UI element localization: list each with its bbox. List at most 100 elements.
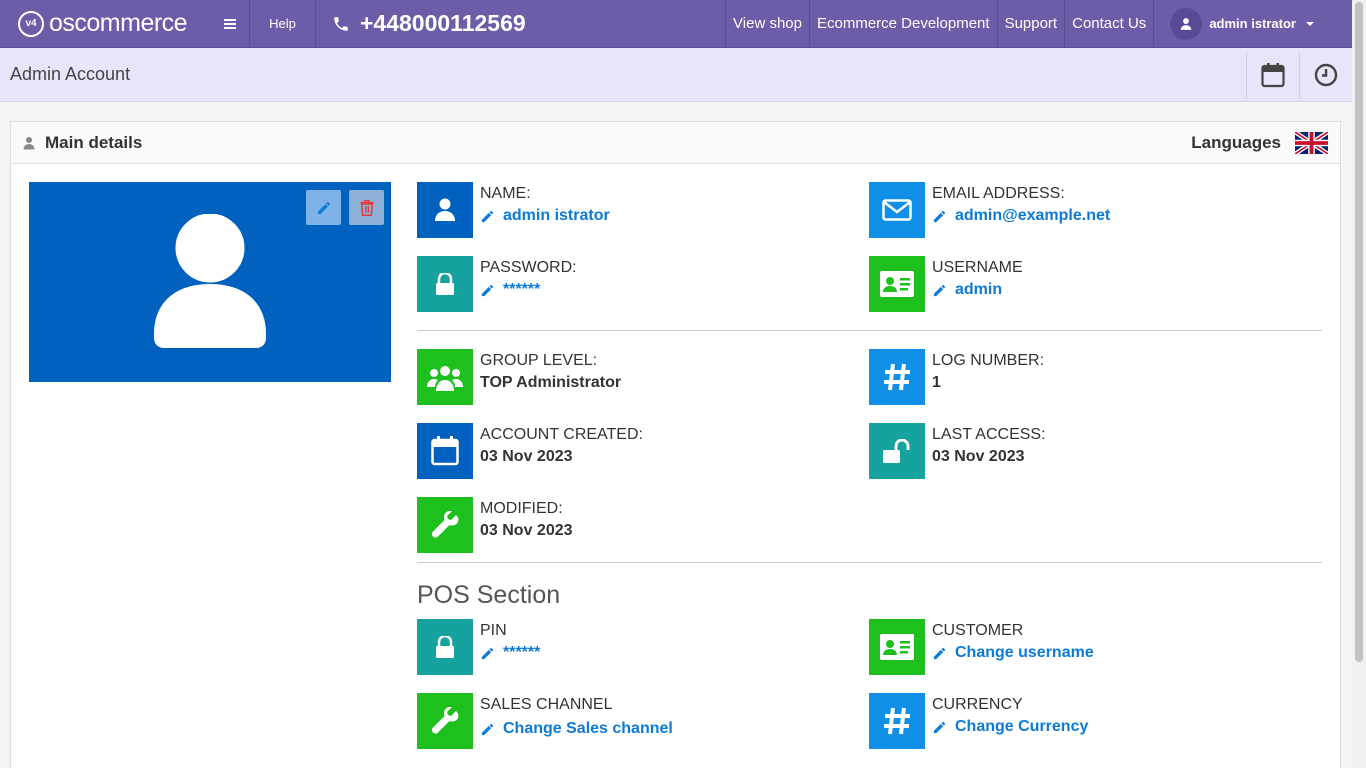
email-field: EMAIL ADDRESS: admin@example.net	[869, 182, 1110, 238]
last-access-field: LAST ACCESS: 03 Nov 2023	[869, 423, 1046, 479]
last-access-value: 03 Nov 2023	[932, 448, 1025, 465]
name-label: NAME:	[480, 185, 531, 202]
phone-number[interactable]: +448000112569	[316, 0, 725, 47]
avatar-photo	[29, 182, 391, 382]
user-name: admin istrator	[1209, 16, 1296, 31]
hashtag-icon	[884, 707, 910, 735]
lock-icon	[436, 273, 454, 295]
account-created-label: ACCOUNT CREATED:	[480, 426, 643, 443]
currency-label: CURRENCY	[932, 696, 1023, 713]
page-title: Admin Account	[10, 64, 131, 84]
wrench-icon	[431, 707, 459, 734]
divider	[417, 562, 1322, 563]
log-tile	[869, 349, 925, 405]
email-tile	[869, 182, 925, 238]
pencil-icon	[481, 284, 494, 296]
user-icon	[23, 136, 35, 149]
history-button[interactable]	[1299, 51, 1352, 98]
log-number-field: LOG NUMBER: 1	[869, 349, 1044, 405]
customer-tile	[869, 619, 925, 675]
change-username-link[interactable]: Change username	[932, 644, 1094, 662]
hashtag-icon	[884, 363, 910, 391]
name-field: NAME: admin istrator	[417, 182, 610, 238]
group-level-field: GROUP LEVEL: TOP Administrator	[417, 349, 621, 405]
edit-email-link[interactable]: admin@example.net	[932, 207, 1110, 225]
edit-photo-button[interactable]	[306, 190, 341, 225]
created-tile	[417, 423, 473, 479]
envelope-icon	[882, 199, 912, 221]
pin-label: PIN	[480, 622, 507, 639]
contact-us-link[interactable]: Contact Us	[1064, 0, 1153, 47]
pos-section-title: POS Section	[417, 581, 561, 609]
sales-channel-tile	[417, 693, 473, 749]
delete-photo-button[interactable]	[349, 190, 384, 225]
user-icon	[1181, 17, 1192, 30]
vertical-scrollbar[interactable]	[1352, 0, 1366, 768]
pencil-icon	[933, 721, 946, 733]
calendar-icon	[1261, 62, 1285, 87]
modified-tile	[417, 497, 473, 553]
edit-pin-link[interactable]: ******	[480, 644, 540, 662]
username-value: admin	[955, 281, 1003, 298]
panel-header: Main details Languages	[11, 122, 1340, 164]
view-shop-link[interactable]: View shop	[725, 0, 809, 47]
group-tile	[417, 349, 473, 405]
account-created-value: 03 Nov 2023	[480, 448, 573, 465]
hamburger-icon	[223, 17, 236, 31]
sales-channel-field: SALES CHANNEL Change Sales channel	[417, 693, 673, 749]
languages-label: Languages	[1191, 132, 1281, 152]
name-tile	[417, 182, 473, 238]
group-level-label: GROUP LEVEL:	[480, 352, 598, 369]
wrench-icon	[431, 511, 459, 538]
change-currency-link[interactable]: Change Currency	[932, 718, 1088, 736]
group-level-value: TOP Administrator	[480, 374, 622, 391]
unlock-icon	[883, 439, 910, 463]
ecommerce-development-link[interactable]: Ecommerce Development	[808, 0, 997, 47]
support-link[interactable]: Support	[996, 0, 1065, 47]
pencil-icon	[481, 210, 494, 222]
customer-field: CUSTOMER Change username	[869, 619, 1094, 675]
pencil-icon	[933, 647, 946, 659]
last-access-label: LAST ACCESS:	[932, 426, 1046, 443]
edit-name-link[interactable]: admin istrator	[480, 207, 610, 225]
users-icon	[427, 366, 463, 391]
edit-username-link[interactable]: admin	[932, 281, 1023, 299]
username-tile	[869, 256, 925, 312]
sales-channel-value: Change Sales channel	[503, 720, 673, 737]
logo[interactable]: v4 oscommerce	[0, 0, 210, 47]
customer-value: Change username	[955, 644, 1094, 661]
pencil-icon	[317, 201, 330, 214]
calendar-button[interactable]	[1246, 51, 1299, 98]
password-label: PASSWORD:	[480, 259, 577, 276]
user-menu[interactable]: admin istrator	[1153, 0, 1352, 47]
account-created-field: ACCOUNT CREATED: 03 Nov 2023	[417, 423, 643, 479]
clock-icon	[1314, 63, 1338, 86]
email-value: admin@example.net	[955, 207, 1111, 224]
menu-toggle-button[interactable]	[210, 0, 250, 47]
trash-icon	[359, 199, 374, 216]
phone-text: +448000112569	[360, 10, 526, 36]
edit-password-link[interactable]: ******	[480, 281, 577, 299]
page-header: Admin Account	[0, 48, 1352, 102]
password-value: ******	[503, 281, 541, 298]
pin-tile	[417, 619, 473, 675]
uk-flag-icon[interactable]	[1295, 131, 1328, 154]
pencil-icon	[481, 723, 494, 735]
scrollbar-thumb[interactable]	[1355, 2, 1363, 662]
id-card-icon	[880, 271, 914, 297]
user-avatar	[1170, 7, 1203, 40]
pin-value: ******	[503, 644, 541, 661]
pencil-icon	[933, 210, 946, 222]
email-label: EMAIL ADDRESS:	[932, 185, 1065, 202]
help-link[interactable]: Help	[250, 0, 316, 47]
pencil-icon	[933, 284, 946, 296]
logo-badge: v4	[18, 10, 44, 37]
modified-field: MODIFIED: 03 Nov 2023	[417, 497, 573, 553]
currency-tile	[869, 693, 925, 749]
divider	[417, 330, 1322, 331]
name-value: admin istrator	[503, 207, 610, 224]
calendar-icon	[431, 436, 459, 466]
change-sales-channel-link[interactable]: Change Sales channel	[480, 720, 673, 738]
pin-field: PIN ******	[417, 619, 540, 675]
user-icon	[435, 198, 455, 221]
